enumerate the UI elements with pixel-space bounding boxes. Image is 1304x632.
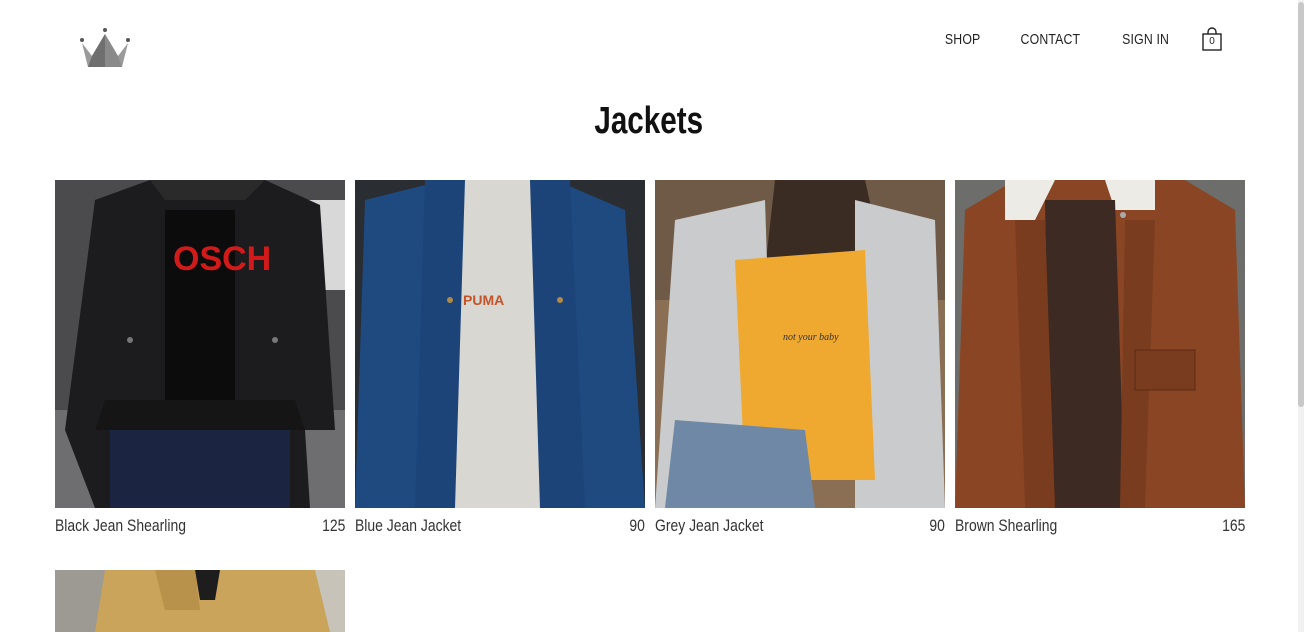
product-meta: Grey Jean Jacket 90 bbox=[655, 516, 945, 540]
product-image[interactable] bbox=[55, 570, 345, 632]
svg-text:PUMA: PUMA bbox=[463, 292, 504, 308]
product-image[interactable]: PUMA bbox=[355, 180, 645, 508]
nav-contact-link[interactable]: CONTACT bbox=[1021, 31, 1081, 48]
product-price: 165 bbox=[1221, 516, 1245, 535]
product-image[interactable]: not your baby bbox=[655, 180, 945, 508]
product-card[interactable]: not your baby Grey Jean Jacket 90 bbox=[655, 180, 945, 540]
product-meta: Brown Shearling 165 bbox=[955, 516, 1245, 540]
product-image[interactable]: OSCH bbox=[55, 180, 345, 508]
page: SHOP CONTACT SIGN IN 0 Jackets OSCH Blac… bbox=[0, 0, 1304, 632]
cart-button[interactable]: 0 bbox=[1200, 26, 1224, 52]
crown-logo-icon[interactable] bbox=[78, 26, 132, 70]
product-name[interactable]: Grey Jean Jacket bbox=[655, 516, 763, 536]
product-card[interactable]: PUMA Blue Jean Jacket 90 bbox=[355, 180, 645, 540]
product-image[interactable] bbox=[955, 180, 1245, 508]
page-title-text: Jackets bbox=[594, 100, 704, 142]
page-title: Jackets bbox=[0, 100, 1298, 143]
main-nav: SHOP CONTACT SIGN IN 0 bbox=[941, 26, 1224, 52]
nav-shop-link[interactable]: SHOP bbox=[945, 31, 981, 48]
product-meta: Blue Jean Jacket 90 bbox=[355, 516, 645, 540]
product-card[interactable]: Brown Shearling 165 bbox=[955, 180, 1245, 540]
product-card[interactable]: OSCH Black Jean Shearling 125 bbox=[55, 180, 345, 540]
svg-text:not your baby: not your baby bbox=[783, 332, 839, 343]
scrollbar-thumb[interactable] bbox=[1298, 2, 1304, 407]
cart-count: 0 bbox=[1209, 36, 1215, 47]
product-card[interactable] bbox=[55, 570, 345, 632]
product-price: 90 bbox=[629, 516, 645, 535]
product-meta: Black Jean Shearling 125 bbox=[55, 516, 345, 540]
product-name[interactable]: Black Jean Shearling bbox=[55, 516, 186, 536]
product-price: 125 bbox=[321, 516, 345, 535]
page-scrollbar[interactable] bbox=[1298, 0, 1304, 632]
nav-sign-in-link[interactable]: SIGN IN bbox=[1122, 31, 1169, 48]
product-price: 90 bbox=[929, 516, 945, 535]
header: SHOP CONTACT SIGN IN 0 bbox=[0, 0, 1298, 80]
svg-text:OSCH: OSCH bbox=[173, 240, 271, 278]
product-name[interactable]: Brown Shearling bbox=[955, 516, 1057, 536]
product-name[interactable]: Blue Jean Jacket bbox=[355, 516, 461, 536]
